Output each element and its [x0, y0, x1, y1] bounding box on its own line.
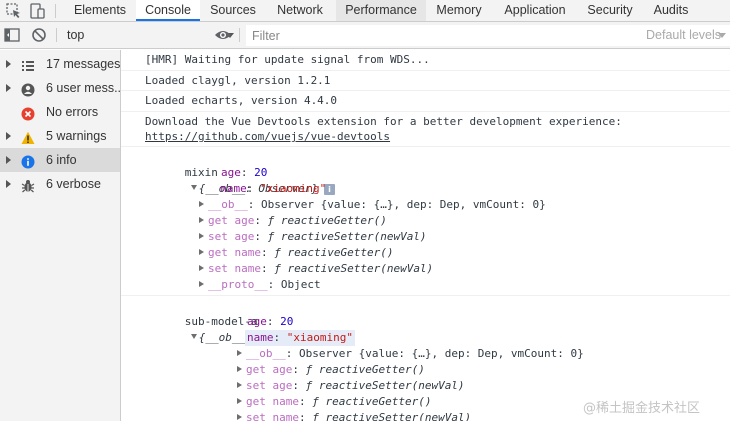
info-icon [21, 153, 35, 169]
clear-console-icon[interactable] [28, 24, 50, 46]
log-text: [HMR] Waiting for update signal from WDS… [145, 53, 430, 66]
warning-icon [21, 129, 35, 144]
tab-memory[interactable]: Memory [426, 0, 492, 21]
property-set-age[interactable]: set age: ƒ reactiveSetter(newVal) [237, 378, 465, 394]
tab-audits[interactable]: Audits [642, 0, 700, 21]
console-toolbar: top Default levels [0, 22, 730, 49]
tab-performance[interactable]: Performance [336, 0, 426, 21]
sidebar-item-warnings[interactable]: 5 warnings [0, 124, 120, 148]
property-get-name[interactable]: get name: ƒ reactiveGetter() [237, 394, 431, 410]
property-set-name[interactable]: set name: ƒ reactiveSetter(newVal) [237, 410, 471, 421]
log-message-mixin: mixin {__ob__: Observer} i age: 20 name: … [121, 147, 730, 296]
expand-arrow-icon[interactable] [199, 249, 204, 255]
expand-arrow-icon [6, 132, 11, 140]
context-value: top [67, 28, 85, 42]
toolbar-separator-2 [239, 28, 240, 42]
expand-arrow-icon[interactable] [190, 185, 197, 190]
expand-arrow-icon[interactable] [237, 414, 242, 420]
sidebar-item-verbose[interactable]: 6 verbose [0, 172, 120, 196]
show-sidebar-icon[interactable] [1, 24, 23, 46]
tab-application[interactable]: Application [492, 0, 578, 21]
property-set-name[interactable]: set name: ƒ reactiveSetter(newVal) [199, 261, 433, 277]
sidebar-item-errors[interactable]: No errors [0, 100, 120, 124]
expand-arrow-icon[interactable] [237, 366, 242, 372]
live-expression-eye-icon[interactable] [212, 24, 234, 46]
property-get-name[interactable]: get name: ƒ reactiveGetter() [199, 245, 393, 261]
device-toolbar-icon[interactable] [26, 0, 48, 22]
expand-arrow-icon [6, 60, 11, 68]
expand-arrow-icon[interactable] [237, 350, 242, 356]
expand-arrow-icon[interactable] [190, 334, 197, 339]
log-label: mixin [184, 166, 218, 179]
log-text: Download the Vue Devtools extension for … [145, 115, 622, 128]
log-text: Loaded claygl, version 1.2.1 [145, 74, 331, 87]
toolbar-separator [56, 28, 57, 42]
tab-separator [55, 4, 56, 18]
property-ob[interactable]: __ob__: Observer {value: {…}, dep: Dep, … [199, 197, 546, 213]
bug-icon [21, 177, 35, 193]
sidebar-item-label: 6 user mess... [46, 81, 120, 95]
expand-arrow-icon[interactable] [199, 233, 204, 239]
sidebar-item-user-messages[interactable]: 6 user mess... [0, 76, 120, 100]
expand-arrow-icon[interactable] [237, 398, 242, 404]
tab-elements[interactable]: Elements [64, 0, 136, 21]
expand-arrow-icon [6, 156, 11, 164]
sidebar-item-label: 17 messages [46, 57, 120, 71]
log-message: Download the Vue Devtools extension for … [121, 112, 730, 147]
console-log: [HMR] Waiting for update signal from WDS… [121, 50, 730, 421]
chevron-down-icon [718, 33, 726, 38]
object-log-line[interactable]: mixin {__ob__: Observer} i [145, 149, 335, 195]
expand-arrow-icon[interactable] [199, 217, 204, 223]
tab-network[interactable]: Network [266, 0, 334, 21]
property-name-highlighted: name: "xiaoming" [245, 330, 355, 346]
property-age: age: 20 [221, 166, 268, 179]
expand-arrow-icon[interactable] [237, 382, 242, 388]
property-set-age[interactable]: set age: ƒ reactiveSetter(newVal) [199, 229, 427, 245]
tab-sources[interactable]: Sources [200, 0, 266, 21]
log-levels-dropdown[interactable]: Default levels [640, 26, 730, 45]
sidebar-item-info[interactable]: 6 info [0, 148, 120, 172]
expand-arrow-icon [6, 180, 11, 188]
tab-console[interactable]: Console [136, 0, 200, 21]
property-get-age[interactable]: get age: ƒ reactiveGetter() [199, 213, 387, 229]
list-icon [21, 57, 35, 71]
sidebar-item-label: 6 verbose [46, 177, 101, 191]
devtools-tab-bar: Elements Console Sources Network Perform… [0, 0, 730, 22]
property-ob[interactable]: __ob__: Observer {value: {…}, dep: Dep, … [237, 346, 584, 362]
expand-arrow-icon [6, 84, 11, 92]
log-message: Loaded echarts, version 4.4.0 [121, 91, 730, 112]
error-icon [21, 105, 35, 121]
expand-arrow-icon[interactable] [199, 201, 204, 207]
watermark: @稀土掘金技术社区 [583, 401, 701, 416]
log-message: Loaded claygl, version 1.2.1 [121, 71, 730, 91]
expand-arrow-icon[interactable] [199, 281, 204, 287]
vue-devtools-link[interactable]: https://github.com/vuejs/vue-devtools [145, 129, 390, 145]
console-sidebar: 17 messages 6 user mess... No errors 5 w… [0, 50, 121, 421]
expand-arrow-icon[interactable] [199, 265, 204, 271]
property-get-age[interactable]: get age: ƒ reactiveGetter() [237, 362, 425, 378]
property-name: name: "xiaoming" [220, 182, 327, 195]
inspect-element-icon[interactable] [3, 0, 25, 22]
sidebar-item-label: 6 info [46, 153, 77, 167]
sidebar-item-label: 5 warnings [46, 129, 107, 143]
user-icon [21, 81, 35, 97]
tab-security[interactable]: Security [578, 0, 642, 21]
property-age: age: 20 [247, 315, 294, 328]
property-proto[interactable]: __proto__: Object [199, 277, 321, 293]
log-levels-label: Default levels [646, 28, 722, 42]
log-text: Loaded echarts, version 4.4.0 [145, 94, 338, 107]
sidebar-item-messages[interactable]: 17 messages [0, 52, 120, 76]
object-log-line[interactable]: sub-model-a {__ob__: Observer}i [145, 298, 335, 344]
sidebar-item-label: No errors [46, 105, 99, 119]
log-message: [HMR] Waiting for update signal from WDS… [121, 50, 730, 71]
